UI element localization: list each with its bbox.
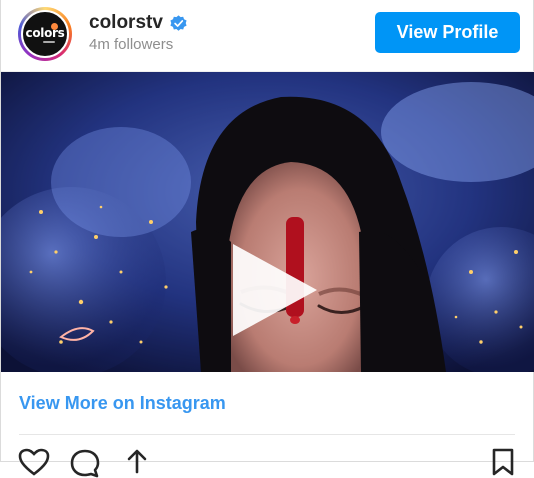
avatar-image: colors [21,10,69,58]
play-icon[interactable] [225,242,321,338]
comment-icon[interactable] [69,448,101,478]
instagram-embed-card: colors colorstv 4m followers View Profil… [0,0,534,478]
avatar[interactable]: colors [18,7,72,61]
post-header: colors colorstv 4m followers View Profil… [1,0,534,72]
logo-underline [43,41,55,43]
heart-icon[interactable] [18,448,50,476]
view-profile-button[interactable]: View Profile [375,12,520,53]
bookmark-icon[interactable] [489,448,517,476]
footer-divider [19,434,515,435]
avatar-logo-text: colors [25,26,65,40]
username[interactable]: colorstv [89,12,163,34]
verified-badge-icon [170,14,187,31]
followers-count: 4m followers [89,36,174,53]
view-more-on-instagram-link[interactable]: View More on Instagram [19,393,226,414]
username-row: colorstv [89,10,187,36]
post-actions [1,440,534,478]
share-icon[interactable] [123,448,151,476]
video-thumbnail[interactable] [1,72,534,372]
